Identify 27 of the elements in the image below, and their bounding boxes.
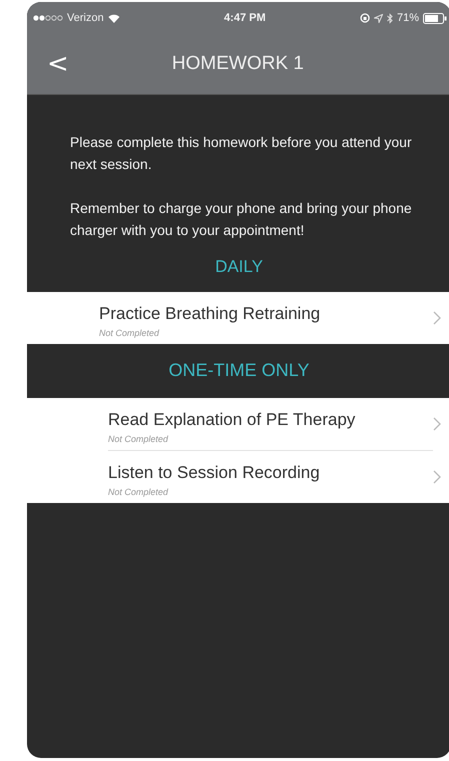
- chevron-right-icon: [433, 311, 441, 325]
- clock-time: 4:47 PM: [224, 12, 266, 24]
- task-row[interactable]: Read Explanation of PE Therapy Not Completed: [27, 398, 449, 450]
- task-title: Listen to Session Recording: [108, 463, 321, 483]
- instruction-text: Please complete this homework before you attend your next session.: [70, 133, 413, 174]
- task-row[interactable]: Practice Breathing Retraining Not Completed: [27, 292, 449, 344]
- battery-icon: [423, 12, 447, 24]
- instruction-text: Remember to charge your phone and bring your phone charger with you to your appointment!: [70, 199, 413, 240]
- carrier-name: Verizon: [67, 12, 104, 24]
- location-icon: [374, 14, 383, 22]
- task-status: Not Completed: [108, 487, 170, 497]
- lock-rotation-icon: [360, 13, 370, 23]
- section-heading: ONE-TIME ONLY: [168, 359, 310, 382]
- back-button[interactable]: <: [41, 51, 75, 77]
- task-row[interactable]: Listen to Session Recording Not Completed: [27, 450, 449, 503]
- section-heading: DAILY: [214, 256, 264, 278]
- signal-icon: [33, 15, 63, 21]
- task-title: Practice Breathing Retraining: [99, 304, 322, 324]
- wifi-icon: [108, 14, 120, 22]
- screen-title: HOMEWORK 1: [170, 53, 305, 75]
- chevron-right-icon: [433, 470, 441, 484]
- task-title: Read Explanation of PE Therapy: [108, 410, 356, 430]
- chevron-right-icon: [433, 417, 441, 431]
- task-status: Not Completed: [99, 328, 160, 338]
- task-status: Not Completed: [108, 434, 170, 444]
- battery-percent: 71%: [396, 12, 419, 24]
- bluetooth-icon: [386, 12, 393, 24]
